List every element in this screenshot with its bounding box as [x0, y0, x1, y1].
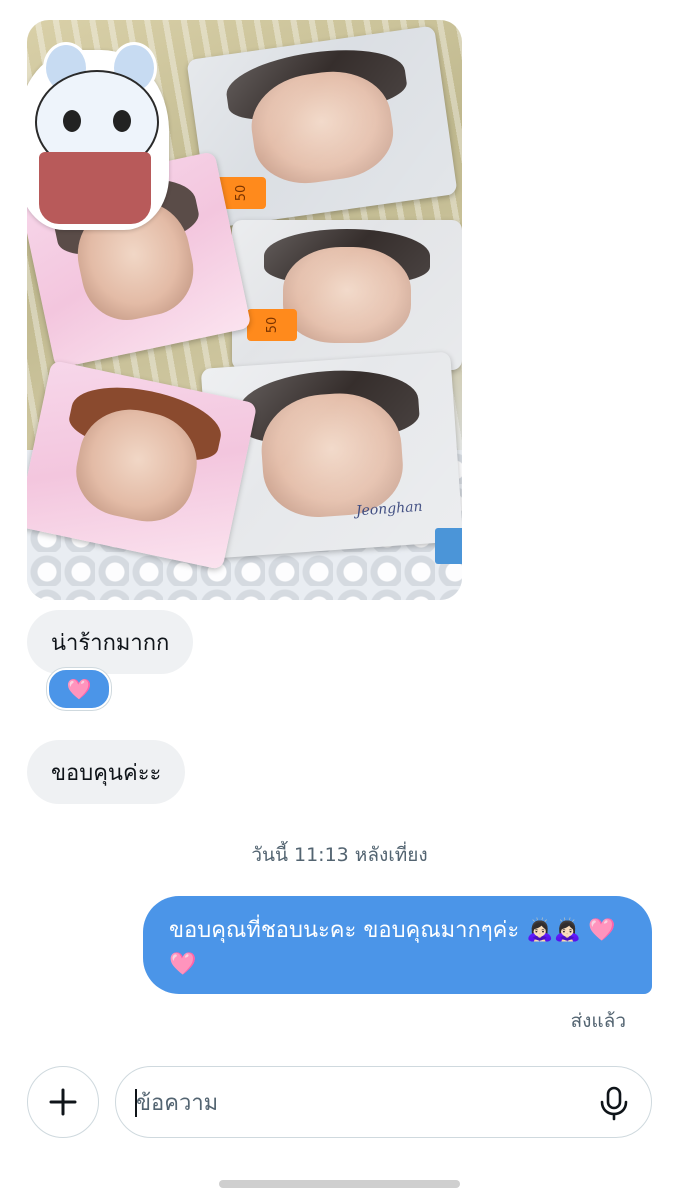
heart-reaction[interactable]: 🩷	[47, 668, 111, 710]
home-indicator[interactable]	[219, 1180, 460, 1188]
photocard-signature: Jeonghan	[355, 498, 424, 520]
pink-heart-icon: 🩷	[66, 677, 92, 701]
blue-tab	[435, 528, 462, 564]
shared-photo[interactable]: 50 50 Jeonghan	[27, 20, 462, 600]
add-attachment-button[interactable]	[27, 1066, 99, 1138]
message-input[interactable]	[134, 1081, 578, 1125]
price-tag: 50	[247, 309, 297, 341]
message-text: ขอบคุณที่ชอบนะคะ ขอบคุณมากๆค่ะ 🙇🏻‍♀️🙇🏻‍♀…	[169, 918, 616, 977]
message-composer[interactable]	[115, 1066, 652, 1138]
plus-icon	[49, 1088, 77, 1116]
photocard	[232, 220, 462, 370]
received-message[interactable]: น่าร้ากมากก	[27, 610, 194, 674]
sent-message[interactable]: ขอบคุณที่ชอบนะคะ ขอบคุณมากๆค่ะ 🙇🏻‍♀️🙇🏻‍♀…	[143, 896, 652, 994]
bunny-sticker	[27, 42, 169, 230]
message-text: น่าร้ากมากก	[51, 630, 170, 656]
delivery-status: ส่งแล้ว	[570, 1010, 626, 1032]
message-timestamp: วันนี้ 11:13 หลังเที่ยง	[251, 844, 428, 866]
message-text: ขอบคุนค่ะะ	[51, 760, 162, 786]
received-message[interactable]: ขอบคุนค่ะะ	[27, 740, 186, 804]
microphone-icon[interactable]	[596, 1085, 632, 1121]
